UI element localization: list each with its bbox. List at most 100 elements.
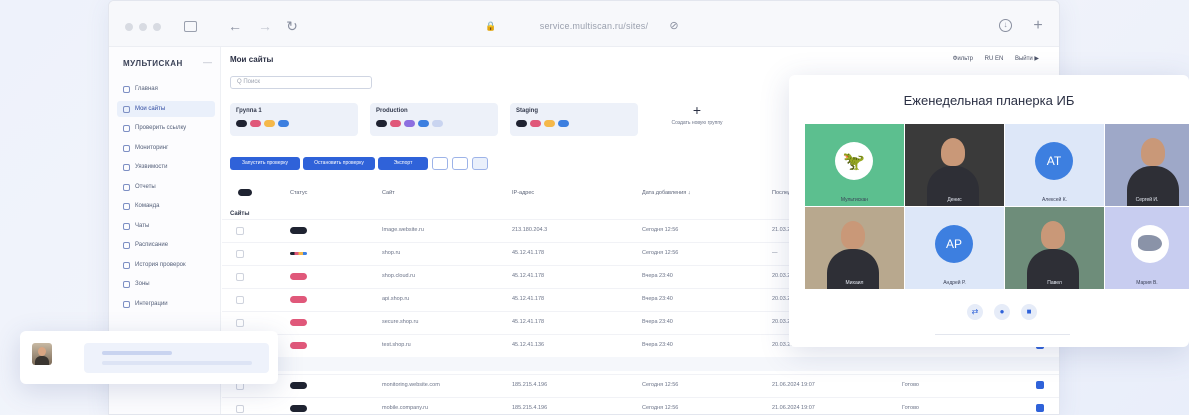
group-name: Production	[376, 108, 408, 114]
cell-site[interactable]: shop.cloud.ru	[382, 273, 415, 279]
sidebar-item[interactable]: Чаты	[117, 218, 215, 234]
participant-tile[interactable]: Денис	[905, 124, 1004, 206]
app-logo[interactable]: МУЛЬТИСКАН	[123, 59, 183, 68]
notification-toast[interactable]	[20, 331, 278, 384]
sidebar-item-label: Интеграции	[135, 300, 168, 307]
table-group-divider	[222, 357, 1059, 371]
settings-icon-button[interactable]	[472, 157, 488, 170]
avatar: АТ	[1035, 142, 1073, 180]
window-maximize-dot[interactable]	[153, 23, 161, 31]
start-scan-button[interactable]: Запустить проверку	[230, 157, 300, 170]
window-minimize-dot[interactable]	[139, 23, 147, 31]
sidebar-item-label: Чаты	[135, 222, 150, 229]
video-call-panel: Еженедельная планерка ИБ 🦖 Мультискан Дени…	[789, 75, 1189, 347]
sidebar-item[interactable]: Отчеты	[117, 179, 215, 195]
participant-tile[interactable]: Мария В.	[1105, 207, 1189, 289]
video-camera-icon[interactable]: ■	[1021, 304, 1037, 320]
group-card[interactable]: Staging	[510, 103, 638, 136]
sidebar-item-label: Главная	[135, 86, 158, 92]
window-close-dot[interactable]	[125, 23, 133, 31]
nav-item-icon	[123, 222, 130, 230]
edit-icon-button[interactable]	[432, 157, 448, 170]
participant-tile[interactable]: 🦖 Мультискан	[805, 124, 904, 206]
new-tab-plus-icon[interactable]: +	[1030, 18, 1046, 34]
participant-tile[interactable]: АТ Алексей К.	[1005, 124, 1104, 206]
copy-icon-button[interactable]	[452, 157, 468, 170]
cell-ip: 213.180.204.3	[512, 227, 548, 233]
select-all-toggle[interactable]	[238, 189, 252, 196]
cell-ip: 45.12.41.178	[512, 319, 545, 325]
participant-tile[interactable]: Сергей И.	[1105, 124, 1189, 206]
sidebar-item[interactable]: Уязвимости	[117, 159, 215, 175]
nav-item-icon	[123, 164, 130, 171]
browser-toolbar: ← → ↻ 🔒 service.multiscan.ru/sites/ ⊘ ↓ …	[109, 1, 1059, 47]
cell-site[interactable]: mobile.company.ru	[382, 405, 428, 411]
cell-ip: 185.215.4.196	[512, 405, 548, 411]
sidebar-item[interactable]: Зоны	[117, 276, 215, 292]
column-date-added[interactable]: Дата добавления ↓	[642, 190, 691, 196]
sidebar-item[interactable]: Мониторинг	[117, 140, 215, 156]
sidebar-item[interactable]: Интеграции	[117, 296, 215, 312]
logout-link[interactable]: Выйти ▶	[1015, 56, 1039, 62]
participant-tile[interactable]: Михаил	[805, 207, 904, 289]
cell-last: 21.06.2024 19:07	[772, 405, 815, 411]
participant-name: Мария В.	[1136, 280, 1158, 286]
download-icon[interactable]: ↓	[999, 19, 1012, 32]
row-checkbox[interactable]	[236, 273, 244, 281]
participant-tile[interactable]: АР Андрей Р.	[905, 207, 1004, 289]
row-checkbox[interactable]	[236, 250, 244, 258]
nav-item-icon	[123, 281, 130, 288]
search-input[interactable]: Q Поиск	[230, 76, 372, 89]
collapse-sidebar-icon[interactable]: —	[203, 57, 212, 67]
sidebar-item[interactable]: Команда	[117, 198, 215, 214]
group-card[interactable]: Группа 1	[230, 103, 358, 136]
sidebar-item[interactable]: Мои сайты	[117, 100, 215, 117]
filter-link[interactable]: Фильтр	[953, 56, 973, 62]
sidebar-item[interactable]: Проверить ссылку	[117, 120, 215, 136]
row-checkbox[interactable]	[236, 319, 244, 327]
share-icon[interactable]: ⊘	[666, 18, 682, 34]
table-row[interactable]: monitoring.website.com 185.215.4.196 Сегод…	[222, 374, 1059, 396]
column-status[interactable]: Статус	[290, 190, 307, 196]
row-action-checkbox[interactable]	[1036, 404, 1044, 412]
cell-site[interactable]: Image.website.ru	[382, 227, 424, 233]
sidebar-item[interactable]: Расписание	[117, 237, 215, 253]
cell-site[interactable]: test.shop.ru	[382, 342, 411, 348]
forward-arrow-icon[interactable]: →	[257, 18, 273, 34]
sidebar-toggle-icon[interactable]	[184, 21, 197, 32]
reload-icon[interactable]: ↻	[284, 18, 300, 34]
add-group-button[interactable]: + Создать новую группу	[642, 103, 752, 136]
cell-date: Вчера 23:40	[642, 273, 673, 279]
participant-name: Мультискан	[840, 197, 869, 203]
row-checkbox[interactable]	[236, 227, 244, 235]
microphone-icon[interactable]: ●	[994, 304, 1010, 320]
row-action-checkbox[interactable]	[1036, 381, 1044, 389]
status-pill	[390, 120, 401, 127]
sidebar-item-label: Команда	[135, 203, 160, 209]
back-arrow-icon[interactable]: ←	[227, 18, 243, 34]
sidebar-item[interactable]: Главная	[117, 81, 215, 97]
nav-item-icon	[123, 183, 130, 191]
cell-finish: Готово	[902, 382, 919, 388]
cell-site[interactable]: shop.ru	[382, 250, 400, 256]
cell-date: Вчера 23:40	[642, 319, 673, 325]
status-badge	[290, 319, 307, 326]
group-card[interactable]: Production	[370, 103, 498, 136]
table-row[interactable]: mobile.company.ru 185.215.4.196 Сегодня 12…	[222, 397, 1059, 414]
cell-site[interactable]: secure.shop.ru	[382, 319, 418, 325]
cell-site[interactable]: monitoring.website.com	[382, 382, 440, 388]
dinosaur-logo-icon: 🦖	[835, 142, 873, 180]
nav-item-icon	[123, 261, 130, 269]
sidebar-item[interactable]: История проверок	[117, 257, 215, 273]
row-checkbox[interactable]	[236, 405, 244, 413]
participant-tile[interactable]: Павел	[1005, 207, 1104, 289]
language-switch[interactable]: RU EN	[985, 56, 1004, 62]
cell-site[interactable]: api.shop.ru	[382, 296, 409, 302]
column-ip[interactable]: IP-адрес	[512, 190, 534, 196]
row-checkbox[interactable]	[236, 296, 244, 304]
status-pills	[236, 120, 289, 127]
column-site[interactable]: Сайт	[382, 190, 395, 196]
stop-scan-button[interactable]: Остановить проверку	[303, 157, 375, 170]
export-button[interactable]: Экспорт	[378, 157, 428, 170]
switch-camera-icon[interactable]: ⇄	[967, 304, 983, 320]
